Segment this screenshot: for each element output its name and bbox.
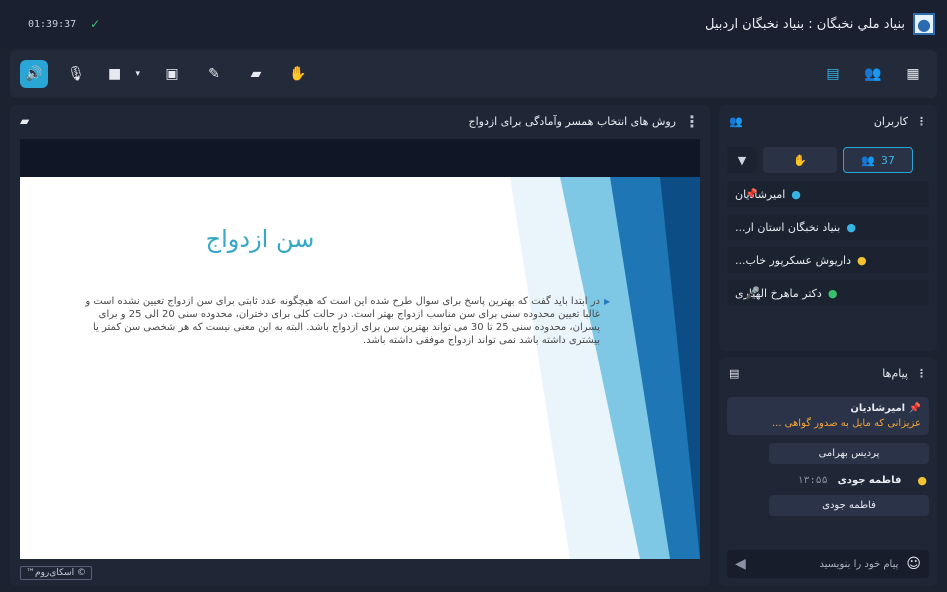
pinned-sender: 📌 امیرشادیان bbox=[850, 403, 921, 414]
presentation-title: روش های انتخاب همسر وآمادگی برای ازدواج bbox=[468, 114, 676, 128]
user-row[interactable]: ● بنیاد نخبگان استان ار... bbox=[727, 214, 929, 240]
slide: سن ازدواج ▶ در ابتدا باید گفت که بهترین … bbox=[20, 177, 700, 559]
pin-icon: 📌 bbox=[908, 403, 921, 414]
message-bubble: فاطمه جودی bbox=[769, 495, 929, 516]
slide-title: سن ازدواج bbox=[205, 225, 315, 253]
all-users-filter[interactable]: 👥 37 bbox=[843, 147, 913, 173]
grid-icon: ▦ bbox=[906, 66, 920, 82]
clock: 01:39:37 bbox=[28, 18, 77, 30]
hand-icon: ✋ bbox=[793, 153, 807, 167]
more-menu-icon[interactable]: ⋮ bbox=[684, 112, 700, 131]
message-time: ۱۳:۵۵ bbox=[797, 475, 828, 486]
raise-hand-button[interactable]: ✋ bbox=[284, 60, 312, 88]
users-title: کاربران bbox=[873, 114, 908, 128]
mic-button[interactable]: 🎙 bbox=[62, 60, 90, 88]
user-row[interactable]: ● امیرشادیان 📌 bbox=[727, 181, 929, 207]
wifi-icon: ✓ bbox=[90, 17, 101, 31]
message-input[interactable]: پیام خود را بنویسید bbox=[819, 559, 898, 570]
users-icon: 👥 bbox=[864, 66, 882, 82]
video-button[interactable]: ■ ▾ bbox=[104, 60, 144, 88]
skyroom-badge: ™اسکای‌روم © bbox=[20, 566, 92, 580]
user-count: 37 bbox=[880, 153, 895, 167]
slide-body: در ابتدا باید گفت که بهترین پاسخ برای سو… bbox=[85, 296, 600, 346]
more-menu-icon[interactable]: ⋮ bbox=[916, 367, 927, 380]
user-name: داریوش عسکرپور خاب... bbox=[735, 253, 852, 267]
toolbar: 🔊 🎙 ■ ▾ ▣ ✎ ▰ ✋ ▤ 👥 ▦ bbox=[10, 50, 937, 98]
pin-icon: 📌 bbox=[745, 188, 758, 200]
raised-hands-filter[interactable]: ✋ bbox=[763, 147, 837, 173]
users-header: 👥 ⋮ کاربران bbox=[719, 105, 937, 137]
slide-decoration bbox=[510, 177, 700, 559]
user-icon: ● bbox=[846, 220, 856, 234]
pinned-message[interactable]: 📌 امیرشادیان عزیزانی که مایل به صدور گوا… bbox=[727, 397, 929, 435]
files-button[interactable]: ▰ bbox=[242, 60, 270, 88]
user-list: ● امیرشادیان 📌 ● بنیاد نخبگان استان ار..… bbox=[719, 181, 937, 306]
speaker-icon: 🔊 bbox=[25, 66, 43, 82]
users-toggle-button[interactable]: 👥 bbox=[859, 60, 887, 88]
message-bubble: پردیس بهرامی bbox=[769, 443, 929, 464]
user-row[interactable]: ● داریوش عسکرپور خاب... bbox=[727, 247, 929, 273]
whiteboard-button[interactable]: ✎ bbox=[200, 60, 228, 88]
pinned-text: عزیزانی که مایل به صدور گواهی ... bbox=[771, 418, 921, 429]
user-icon: ● bbox=[917, 474, 927, 487]
bullet-icon: ▶ bbox=[604, 297, 611, 306]
messages-header: ▤ ⋮ پیام‌ها bbox=[719, 357, 937, 389]
message-meta: ۱۳:۵۵ فاطمه جودی ● bbox=[729, 474, 927, 487]
app-title: بنیاد ملي نخبگان : بنیاد نخبگان اردبیل bbox=[704, 16, 905, 32]
folder-icon: ▰ bbox=[250, 66, 262, 82]
user-icon: ● bbox=[827, 286, 838, 300]
hand-icon: ✋ bbox=[289, 66, 307, 82]
toolbar-right: ▤ 👥 ▦ bbox=[819, 60, 927, 88]
users-icon: 👥 bbox=[861, 153, 875, 167]
chat-toggle-button[interactable]: ▤ bbox=[819, 60, 847, 88]
user-filters: ▼ ✋ 👥 37 bbox=[719, 147, 937, 173]
chat-icon: ▤ bbox=[826, 66, 840, 82]
screenshare-button[interactable]: ▣ bbox=[158, 60, 186, 88]
emoji-icon[interactable]: ☺ bbox=[906, 556, 921, 572]
slide-viewport: سن ازدواج ▶ در ابتدا باید گفت که بهترین … bbox=[20, 139, 700, 559]
apps-button[interactable]: ▦ bbox=[899, 60, 927, 88]
filter-button[interactable]: ▼ bbox=[727, 147, 757, 173]
message-composer[interactable]: ◀ پیام خود را بنویسید ☺ bbox=[727, 550, 929, 578]
funnel-icon: ▼ bbox=[737, 153, 747, 167]
user-row[interactable]: ● دکتر ماهرخ الهیاری 🎤 bbox=[727, 280, 929, 306]
speaker-button[interactable]: 🔊 bbox=[20, 60, 48, 88]
chevron-down-icon: ▾ bbox=[135, 69, 140, 79]
user-icon: ● bbox=[857, 253, 867, 267]
app-logo-icon: ● bbox=[913, 13, 935, 35]
messages-panel: ▤ ⋮ پیام‌ها 📌 امیرشادیان عزیزانی که مایل… bbox=[719, 357, 937, 586]
screen-share-icon: ▣ bbox=[165, 66, 179, 82]
folder-icon[interactable]: ▰ bbox=[20, 114, 29, 128]
mic-off-icon: 🎙 bbox=[67, 66, 85, 82]
user-name: بنیاد نخبگان استان ار... bbox=[735, 220, 841, 234]
send-icon[interactable]: ◀ bbox=[735, 556, 746, 572]
more-menu-icon[interactable]: ⋮ bbox=[916, 115, 927, 128]
messages-title: پیام‌ها bbox=[882, 366, 908, 380]
video-off-icon: ■ bbox=[108, 66, 122, 82]
users-panel: 👥 ⋮ کاربران ▼ ✋ 👥 37 ● امیرشادیان 📌 ● بن… bbox=[719, 105, 937, 351]
message-sender: فاطمه جودی bbox=[837, 475, 902, 486]
mic-icon: 🎤 bbox=[745, 286, 760, 300]
users-icon: 👥 bbox=[729, 114, 743, 128]
chat-icon: ▤ bbox=[729, 366, 740, 380]
user-icon: ● bbox=[791, 187, 801, 201]
presentation-panel: ▰ ⋮ روش های انتخاب همسر وآمادگی برای ازد… bbox=[10, 105, 710, 586]
user-name: امیرشادیان bbox=[735, 187, 786, 201]
pen-icon: ✎ bbox=[208, 66, 220, 82]
presentation-header: ▰ ⋮ روش های انتخاب همسر وآمادگی برای ازد… bbox=[10, 105, 710, 137]
top-bar: 01:39:37 ✓ بنیاد ملي نخبگان : بنیاد نخبگ… bbox=[0, 0, 947, 48]
